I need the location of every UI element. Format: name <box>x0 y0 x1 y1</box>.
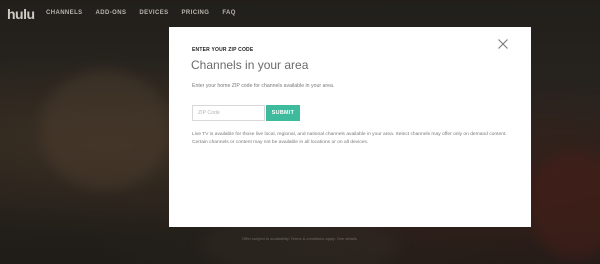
modal-eyebrow: ENTER YOUR ZIP CODE <box>192 47 254 53</box>
nav-link-pricing[interactable]: PRICING <box>182 10 210 16</box>
modal-subtitle: Enter your home ZIP code for channels av… <box>192 83 335 89</box>
zip-code-input[interactable] <box>192 105 265 121</box>
nav-link-faq[interactable]: FAQ <box>222 10 236 16</box>
nav-link-devices[interactable]: DEVICES <box>139 10 168 16</box>
modal-title: Channels in your area <box>191 58 309 72</box>
nav-link-channels[interactable]: CHANNELS <box>46 10 83 16</box>
close-icon[interactable] <box>497 37 509 49</box>
zip-code-modal: ENTER YOUR ZIP CODE Channels in your are… <box>169 27 531 227</box>
hulu-logo[interactable]: hulu <box>7 6 35 22</box>
nav-links: CHANNELS ADD-ONS DEVICES PRICING FAQ <box>46 10 249 16</box>
top-navigation: hulu CHANNELS ADD-ONS DEVICES PRICING FA… <box>0 0 600 28</box>
submit-button[interactable]: SUBMIT <box>266 105 300 121</box>
availability-note: Live TV is available for those live loca… <box>192 132 507 145</box>
nav-link-add-ons[interactable]: ADD-ONS <box>96 10 127 16</box>
footer-disclaimer: Offer subject to availability. Terms & c… <box>242 236 358 241</box>
